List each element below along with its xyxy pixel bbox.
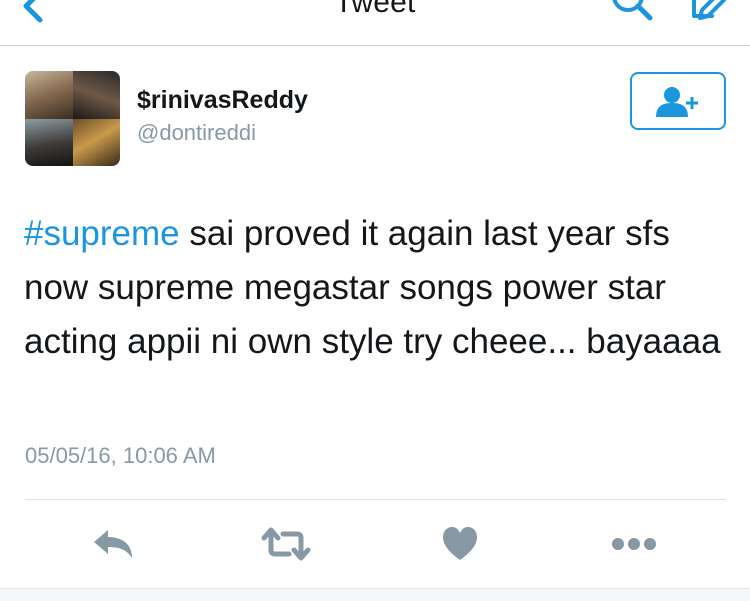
compose-icon[interactable] xyxy=(680,0,730,24)
avatar-photo-1 xyxy=(25,71,73,119)
avatar-photo-2 xyxy=(72,71,120,119)
author-display-name[interactable]: $rinivasReddy xyxy=(137,86,308,115)
follow-button[interactable] xyxy=(630,72,726,130)
navigation-bar: Tweet xyxy=(0,0,750,46)
reply-icon[interactable] xyxy=(92,524,134,564)
like-icon[interactable] xyxy=(441,524,479,564)
avatar[interactable] xyxy=(25,71,120,166)
hashtag-link[interactable]: #supreme xyxy=(24,214,180,253)
tweet-timestamp: 05/05/16, 10:06 AM xyxy=(25,443,216,468)
avatar-photo-3 xyxy=(25,118,73,166)
divider xyxy=(25,499,726,500)
more-icon[interactable] xyxy=(610,524,658,564)
search-icon[interactable] xyxy=(606,0,656,24)
add-user-icon xyxy=(656,87,698,117)
author-handle[interactable]: @dontireddi xyxy=(137,120,256,146)
bottom-edge xyxy=(0,588,750,601)
retweet-icon[interactable] xyxy=(261,524,311,564)
avatar-photo-4 xyxy=(72,118,120,166)
tweet-text: #supreme sai proved it again last year s… xyxy=(24,207,736,369)
